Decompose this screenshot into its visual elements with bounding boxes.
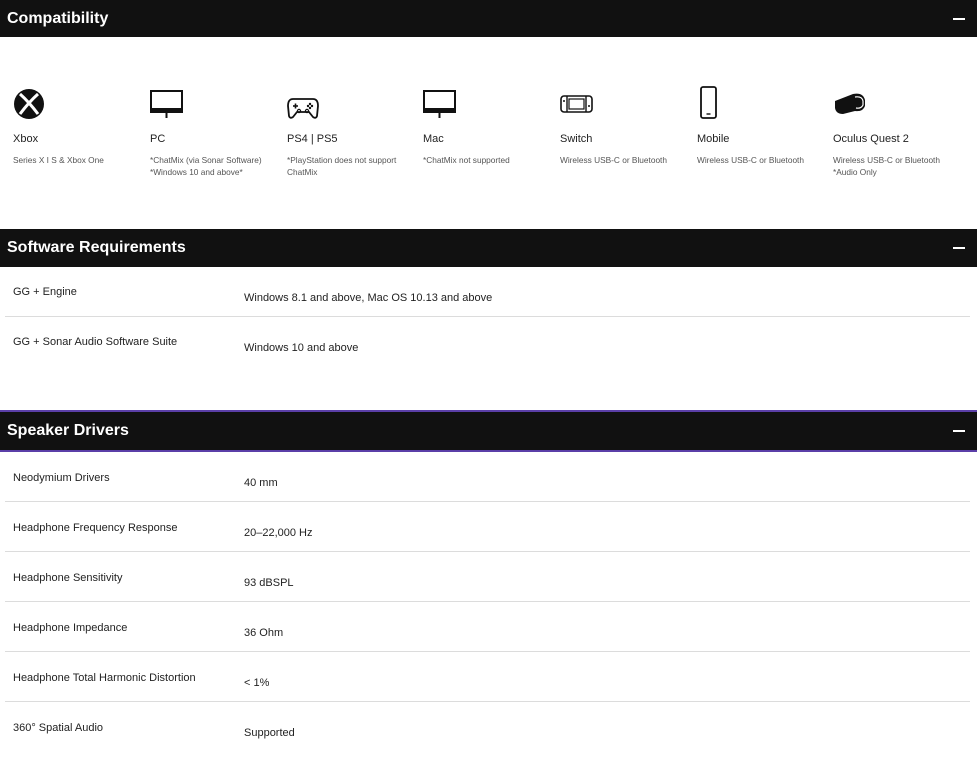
spec-label: GG + Engine [13, 286, 77, 298]
switch-icon [560, 84, 690, 120]
gamepad-icon [287, 84, 417, 120]
software-title: Software Requirements [7, 239, 186, 256]
speaker-title: Speaker Drivers [7, 422, 129, 439]
software-collapse-button[interactable] [947, 236, 971, 260]
compat-note: *PlayStation does not support ChatMix [287, 155, 397, 177]
table-row: Headphone Frequency Response 20–22,000 H… [5, 502, 970, 552]
compat-item-oculus: Oculus Quest 2 Wireless USB-C or Bluetoo… [833, 84, 963, 178]
compat-note: *ChatMix not supported [423, 155, 510, 165]
compat-item-ps: PS4 | PS5 *PlayStation does not support … [287, 84, 417, 178]
spec-label: Headphone Sensitivity [13, 572, 123, 584]
table-row: 360° Spatial Audio Supported [5, 702, 970, 752]
monitor-icon [150, 84, 280, 120]
spec-label: GG + Sonar Audio Software Suite [13, 336, 178, 348]
xbox-icon [13, 84, 143, 120]
spec-value: 20–22,000 Hz [244, 527, 313, 539]
compat-note: *ChatMix (via Sonar Software) *Windows 1… [150, 155, 262, 177]
spec-label: 360° Spatial Audio [13, 722, 104, 734]
speaker-header[interactable]: Speaker Drivers [0, 410, 977, 452]
spec-value: 36 Ohm [244, 627, 284, 639]
table-row: Headphone Impedance 36 Ohm [5, 602, 970, 652]
compat-name: Switch [560, 133, 593, 145]
table-row: Headphone Sensitivity 93 dBSPL [5, 552, 970, 602]
compat-name: Oculus Quest 2 [833, 133, 909, 145]
spec-value: Windows 8.1 and above, Mac OS 10.13 and … [244, 292, 493, 304]
compat-name: PS4 | PS5 [287, 133, 338, 145]
compatibility-header[interactable]: Compatibility [0, 0, 977, 37]
spec-value: 93 dBSPL [244, 577, 294, 589]
compat-item-xbox: Xbox Series X I S & Xbox One [13, 84, 143, 166]
software-header[interactable]: Software Requirements [0, 229, 977, 267]
compat-item-switch: Switch Wireless USB-C or Bluetooth [560, 84, 690, 166]
speaker-table: Neodymium Drivers 40 mm Headphone Freque… [0, 452, 977, 752]
table-row: GG + Sonar Audio Software Suite Windows … [5, 317, 970, 367]
spec-value: 40 mm [244, 477, 278, 489]
spec-label: Neodymium Drivers [13, 472, 110, 484]
speaker-collapse-button[interactable] [947, 419, 971, 443]
software-table: GG + Engine Windows 8.1 and above, Mac O… [0, 267, 977, 410]
table-row: GG + Engine Windows 8.1 and above, Mac O… [5, 267, 970, 317]
compatibility-collapse-button[interactable] [947, 7, 971, 31]
spec-label: Headphone Frequency Response [13, 522, 178, 534]
compat-note: Wireless USB-C or Bluetooth [697, 155, 804, 165]
compat-name: PC [150, 133, 166, 145]
spec-value: < 1% [244, 677, 270, 689]
compat-name: Mac [423, 133, 444, 145]
compat-item-mobile: Mobile Wireless USB-C or Bluetooth [697, 84, 827, 166]
spec-value: Supported [244, 727, 295, 739]
vr-headset-icon [833, 84, 963, 120]
phone-icon [697, 84, 827, 120]
compatibility-title: Compatibility [7, 9, 109, 27]
compat-note: Wireless USB-C or Bluetooth *Audio Only [833, 155, 940, 177]
spec-label: Headphone Total Harmonic Distortion [13, 672, 196, 684]
monitor-icon [423, 84, 553, 120]
compat-note: Series X I S & Xbox One [13, 155, 104, 165]
compat-item-pc: PC *ChatMix (via Sonar Software) *Window… [150, 84, 280, 178]
spec-value: Windows 10 and above [244, 342, 359, 354]
compat-note: Wireless USB-C or Bluetooth [560, 155, 667, 165]
spec-label: Headphone Impedance [13, 622, 128, 634]
table-row: Headphone Total Harmonic Distortion < 1% [5, 652, 970, 702]
compat-name: Xbox [13, 133, 39, 145]
table-row: Neodymium Drivers 40 mm [5, 452, 970, 502]
compat-item-mac: Mac *ChatMix not supported [423, 84, 553, 166]
compat-name: Mobile [697, 133, 730, 145]
compatibility-grid: Xbox Series X I S & Xbox One PC *ChatMix… [0, 37, 977, 229]
